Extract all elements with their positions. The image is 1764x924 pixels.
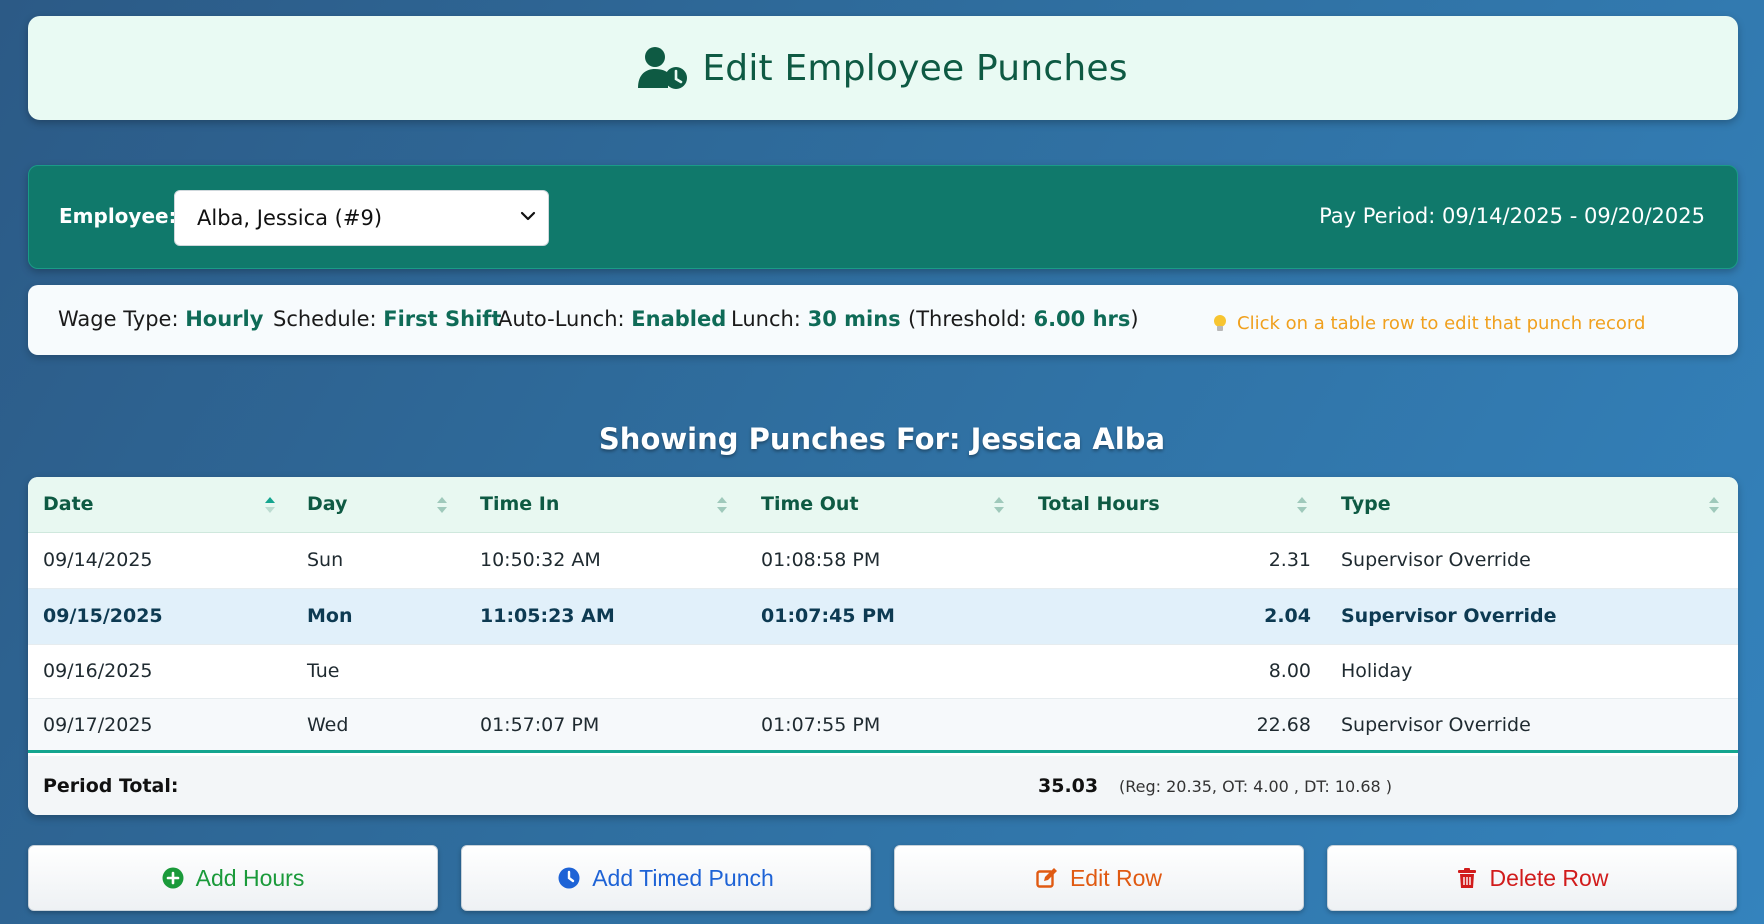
table-row[interactable]: 09/14/2025 Sun 10:50:32 AM 01:08:58 PM 2… bbox=[28, 533, 1738, 589]
cell-type: Supervisor Override bbox=[1341, 549, 1531, 571]
chevron-down-icon bbox=[520, 211, 536, 221]
auto-lunch: Auto-Lunch: Enabled bbox=[498, 307, 727, 331]
sort-asc-icon[interactable] bbox=[264, 494, 276, 516]
col-time-in[interactable]: Time In bbox=[480, 493, 559, 515]
sort-icon[interactable] bbox=[993, 494, 1005, 516]
user-clock-icon bbox=[638, 47, 688, 89]
add-timed-punch-button[interactable]: Add Timed Punch bbox=[461, 845, 871, 911]
cell-time-out: 01:07:45 PM bbox=[761, 605, 895, 627]
employee-bar: Employee: Alba, Jessica (#9) Pay Period:… bbox=[28, 165, 1738, 269]
employee-select-value: Alba, Jessica (#9) bbox=[197, 206, 383, 230]
sort-icon[interactable] bbox=[1708, 494, 1720, 516]
title-card: Edit Employee Punches bbox=[28, 16, 1738, 120]
cell-time-out: 01:07:55 PM bbox=[761, 714, 881, 736]
period-total-value: 35.03 bbox=[1038, 775, 1099, 797]
page-title: Edit Employee Punches bbox=[702, 47, 1128, 89]
add-hours-label: Add Hours bbox=[195, 864, 305, 891]
cell-total-hours: 2.04 bbox=[1264, 605, 1311, 627]
lightbulb-icon bbox=[1214, 314, 1226, 331]
table-header: Date Day Time In Time Out Total Hours Ty… bbox=[28, 477, 1738, 533]
schedule: Schedule: First Shift bbox=[273, 307, 502, 331]
add-timed-punch-label: Add Timed Punch bbox=[592, 864, 774, 891]
trash-icon bbox=[1457, 868, 1476, 888]
period-total-breakdown: (Reg: 20.35, OT: 4.00 , DT: 10.68 ) bbox=[1119, 777, 1393, 796]
lunch: Lunch: 30 mins bbox=[731, 307, 901, 331]
employee-select[interactable]: Alba, Jessica (#9) bbox=[174, 190, 549, 246]
wage-type: Wage Type: Hourly bbox=[58, 307, 264, 331]
cell-date: 09/17/2025 bbox=[43, 714, 153, 736]
plus-circle-icon bbox=[162, 867, 184, 889]
cell-date: 09/14/2025 bbox=[43, 549, 153, 571]
edit-hint-text: Click on a table row to edit that punch … bbox=[1237, 313, 1646, 334]
add-hours-button[interactable]: Add Hours bbox=[28, 845, 438, 911]
table-row[interactable]: 09/16/2025 Tue 8.00 Holiday bbox=[28, 645, 1738, 699]
table-footer: Period Total: 35.03 (Reg: 20.35, OT: 4.0… bbox=[28, 756, 1738, 815]
cell-total-hours: 2.31 bbox=[1268, 549, 1311, 571]
cell-day: Mon bbox=[307, 605, 353, 627]
cell-total-hours: 8.00 bbox=[1268, 660, 1311, 682]
cell-day: Tue bbox=[307, 660, 340, 682]
cell-date: 09/15/2025 bbox=[43, 605, 163, 627]
col-type[interactable]: Type bbox=[1341, 493, 1391, 515]
cell-date: 09/16/2025 bbox=[43, 660, 153, 682]
period-total-label: Period Total: bbox=[43, 775, 179, 797]
edit-row-button[interactable]: Edit Row bbox=[894, 845, 1304, 911]
sort-icon[interactable] bbox=[436, 494, 448, 516]
delete-row-button[interactable]: Delete Row bbox=[1327, 845, 1737, 911]
employee-info-bar: Wage Type: Hourly Schedule: First Shift … bbox=[28, 285, 1738, 355]
cell-day: Wed bbox=[307, 714, 349, 736]
cell-time-in: 01:57:07 PM bbox=[480, 714, 600, 736]
table-row-selected[interactable]: 09/15/2025 Mon 11:05:23 AM 01:07:45 PM 2… bbox=[28, 589, 1738, 645]
cell-time-out: 01:08:58 PM bbox=[761, 549, 881, 571]
cell-type: Holiday bbox=[1341, 660, 1413, 682]
col-date[interactable]: Date bbox=[43, 493, 94, 515]
threshold: (Threshold: 6.00 hrs) bbox=[908, 307, 1139, 331]
col-total-hours[interactable]: Total Hours bbox=[1038, 493, 1160, 515]
pay-period: Pay Period: 09/14/2025 - 09/20/2025 bbox=[1319, 204, 1705, 228]
col-time-out[interactable]: Time Out bbox=[761, 493, 859, 515]
punches-table: Date Day Time In Time Out Total Hours Ty… bbox=[28, 477, 1738, 815]
cell-type: Supervisor Override bbox=[1341, 605, 1557, 627]
cell-total-hours: 22.68 bbox=[1256, 714, 1311, 736]
clock-icon bbox=[558, 867, 580, 889]
edit-icon bbox=[1036, 868, 1057, 888]
edit-hint: Click on a table row to edit that punch … bbox=[1213, 313, 1645, 334]
cell-time-in: 11:05:23 AM bbox=[480, 605, 615, 627]
col-day[interactable]: Day bbox=[307, 493, 347, 515]
cell-type: Supervisor Override bbox=[1341, 714, 1531, 736]
cell-day: Sun bbox=[307, 549, 344, 571]
table-row[interactable]: 09/17/2025 Wed 01:57:07 PM 01:07:55 PM 2… bbox=[28, 699, 1738, 753]
showing-heading: Showing Punches For: Jessica Alba bbox=[598, 422, 1166, 456]
sort-icon[interactable] bbox=[716, 494, 728, 516]
delete-row-label: Delete Row bbox=[1489, 864, 1609, 891]
cell-time-in: 10:50:32 AM bbox=[480, 549, 601, 571]
edit-row-label: Edit Row bbox=[1069, 864, 1163, 891]
sort-icon[interactable] bbox=[1296, 494, 1308, 516]
employee-label: Employee: bbox=[59, 204, 177, 228]
